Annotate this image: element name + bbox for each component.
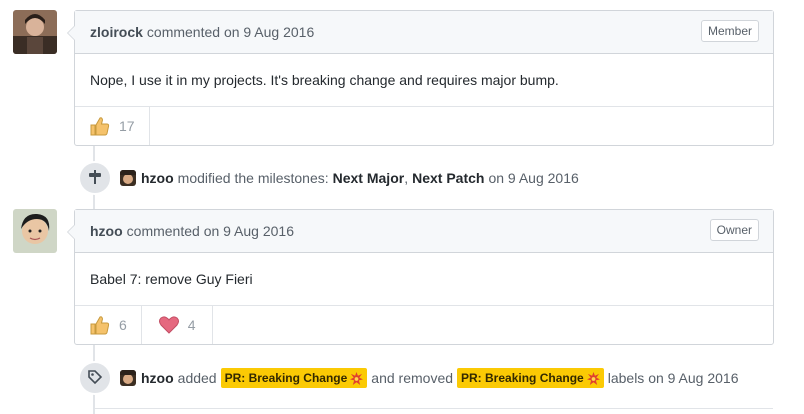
heart-icon (158, 314, 180, 336)
role-badge: Owner (709, 219, 759, 241)
timeline-event-milestone: hzoo modified the milestones: Next Major… (78, 161, 579, 195)
comment-timestamp[interactable]: commented on 9 Aug 2016 (147, 24, 314, 40)
reaction-thumbs-up[interactable]: 17 (75, 107, 150, 145)
milestone-link[interactable]: Next Patch (412, 170, 484, 186)
reaction-count: 6 (119, 317, 127, 333)
comment-body: Nope, I use it in my projects. It's brea… (75, 54, 773, 107)
event-timestamp[interactable]: labels on 9 Aug 2016 (608, 370, 739, 386)
label-text: PR: Breaking Change (461, 371, 584, 385)
avatar[interactable] (120, 170, 136, 186)
label-breaking-change[interactable]: PR: Breaking Change (220, 368, 368, 388)
reactions-bar: 17 (75, 107, 773, 145)
label-breaking-change[interactable]: PR: Breaking Change (457, 368, 604, 388)
timeline-divider (93, 408, 773, 409)
reaction-thumbs-up[interactable]: 6 (75, 306, 142, 344)
separator: , (404, 170, 409, 186)
event-text: modified the milestones: (177, 170, 329, 186)
role-badge: Member (700, 20, 759, 42)
thumbs-up-icon (89, 115, 111, 137)
avatar[interactable] (120, 370, 136, 386)
comment-timestamp[interactable]: commented on 9 Aug 2016 (127, 223, 294, 239)
collision-icon (586, 371, 600, 385)
comment-header: zloirock commented on 9 Aug 2016 Member (75, 11, 773, 54)
tag-icon (87, 369, 103, 388)
event-actor[interactable]: hzoo (141, 170, 174, 186)
event-timestamp[interactable]: on 9 Aug 2016 (488, 170, 578, 186)
milestone-link[interactable]: Next Major (333, 170, 405, 186)
thumbs-up-icon (89, 314, 111, 336)
event-actor[interactable]: hzoo (141, 370, 174, 386)
comment-header: hzoo commented on 9 Aug 2016 Owner (75, 210, 773, 253)
reaction-heart[interactable]: 4 (142, 306, 213, 344)
comment: zloirock commented on 9 Aug 2016 Member … (67, 10, 774, 146)
avatar[interactable] (13, 209, 57, 253)
reactions-bar: 6 4 (75, 306, 773, 344)
reaction-count: 17 (119, 118, 135, 134)
event-text: and removed (371, 370, 454, 386)
tag-icon-badge (78, 361, 112, 395)
avatar[interactable] (13, 10, 57, 54)
collision-icon (350, 371, 364, 385)
event-text: added (177, 370, 217, 386)
comment-author[interactable]: zloirock (90, 24, 143, 40)
reaction-count: 4 (187, 317, 196, 333)
comment-author[interactable]: hzoo (90, 223, 123, 239)
timeline-event-labels: hzoo added PR: Breaking Change and remov… (78, 361, 739, 395)
comment: hzoo commented on 9 Aug 2016 Owner Babel… (67, 209, 774, 345)
label-text: PR: Breaking Change (224, 371, 348, 385)
comment-body: Babel 7: remove Guy Fieri (75, 253, 773, 306)
milestone-icon (87, 169, 103, 188)
milestone-icon-badge (78, 161, 112, 195)
